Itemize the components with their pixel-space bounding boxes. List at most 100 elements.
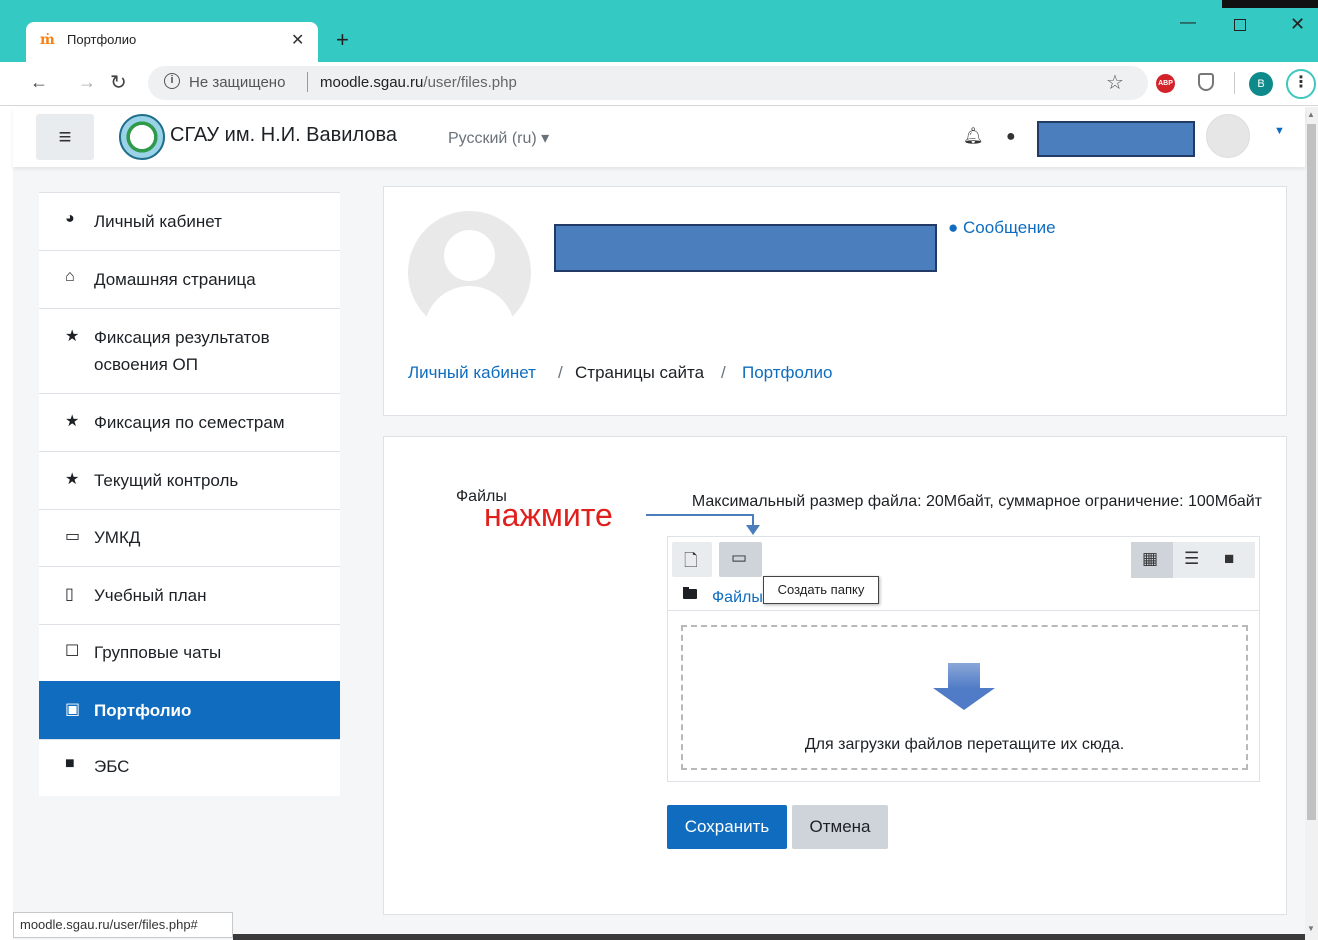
hamburger-menu-button[interactable]: ≡ [36, 114, 94, 160]
language-label: Русский (ru) [448, 130, 537, 147]
book-icon: ■ [65, 755, 75, 772]
sidebar-item-portfolio[interactable]: ▣ Портфолио [39, 681, 340, 739]
breadcrumb-portfolio[interactable]: Портфолио [742, 363, 832, 383]
grid-icon: ▦ [1142, 549, 1159, 568]
sidebar-item-label: Личный кабинет [94, 212, 222, 231]
sidebar-item-label: Фиксация результатов освоения ОП [94, 328, 270, 374]
chat-bubble-icon: ● [948, 218, 959, 237]
star-icon: ★ [65, 471, 80, 488]
notification-bell-icon[interactable]: 🔔︎ [963, 126, 983, 146]
star-icon: ★ [65, 413, 80, 430]
redacted-fullname [554, 224, 937, 272]
url-host: moodle.sgau.ru [320, 74, 424, 91]
messages-icon[interactable]: ● [1006, 128, 1016, 146]
extension-shield-icon[interactable] [1198, 73, 1214, 91]
corner-decoration [1222, 0, 1318, 8]
sidebar-item-dashboard[interactable]: ◕ Личный кабинет [39, 193, 340, 250]
window-close-icon[interactable]: ✕ [1290, 14, 1305, 35]
window-edge [0, 107, 13, 940]
sidebar-item-umkd[interactable]: ▭ УМКД [39, 509, 340, 566]
dashboard-icon: ◕ [65, 210, 75, 227]
sidebar-item-semesters[interactable]: ★ Фиксация по семестрам [39, 393, 340, 451]
sidebar-item-label: ЭБС [94, 757, 130, 776]
scroll-up-icon[interactable]: ▲ [1307, 110, 1315, 119]
sidebar-item-ebs[interactable]: ■ ЭБС [39, 739, 340, 796]
breadcrumb-separator: / [558, 363, 563, 382]
url-text[interactable]: moodle.sgau.ru/user/files.php [320, 74, 517, 91]
sidebar-item-label: Учебный план [94, 586, 207, 605]
breadcrumb-separator: / [721, 363, 726, 382]
close-tab-icon[interactable]: ✕ [291, 30, 304, 50]
cancel-button[interactable]: Отмена [792, 805, 888, 849]
security-label[interactable]: Не защищено [189, 74, 285, 91]
chevron-down-icon: ▾ [541, 130, 550, 147]
download-arrow-icon [933, 688, 995, 710]
new-tab-icon[interactable]: + [336, 27, 349, 53]
toolbar-divider [1234, 72, 1235, 94]
site-name[interactable]: СГАУ им. Н.И. Вавилова [170, 124, 397, 147]
moodle-icon: ṁ [40, 32, 55, 48]
sidebar-item-results[interactable]: ★ Фиксация результатов освоения ОП [39, 308, 340, 393]
sidebar-item-label: Фиксация по семестрам [94, 413, 285, 432]
sidebar-item-label: Текущий контроль [94, 471, 239, 490]
view-list-button[interactable]: ☰ [1173, 542, 1213, 578]
url-input[interactable] [148, 66, 1148, 100]
sidebar-item-label: Домашняя страница [94, 270, 256, 289]
sidebar-item-study-plan[interactable]: ▯ Учебный план [39, 566, 340, 624]
breadcrumb-site-pages: Страницы сайта [575, 363, 705, 382]
message-link[interactable]: ● Сообщение [948, 218, 1056, 238]
view-tree-button[interactable]: ■ [1213, 542, 1255, 578]
adblock-icon[interactable]: ABP [1156, 74, 1175, 93]
sidebar-item-home[interactable]: ⌂ Домашняя страница [39, 250, 340, 308]
url-divider [307, 72, 308, 92]
view-icons-button[interactable]: ▦ [1131, 542, 1173, 578]
forward-icon[interactable]: → [78, 72, 96, 93]
list-icon: ☰ [1184, 549, 1200, 568]
sidebar-item-label: Групповые чаты [94, 643, 222, 662]
folder-outline-icon: ▭ [731, 548, 748, 567]
profile-silhouette-head [444, 230, 495, 281]
tab-title: Портфолио [67, 32, 137, 47]
back-icon[interactable]: ← [30, 72, 48, 93]
scroll-down-icon[interactable]: ▼ [1307, 924, 1315, 933]
user-avatar[interactable] [1206, 114, 1250, 158]
folder-icon [683, 589, 697, 599]
sidebar-item-label: Портфолио [94, 701, 192, 720]
bottom-edge [233, 934, 1305, 940]
comment-icon: ☐ [65, 643, 80, 660]
status-bar: moodle.sgau.ru/user/files.php# [13, 912, 233, 938]
sidebar-item-current-control[interactable]: ★ Текущий контроль [39, 451, 340, 509]
tooltip: Создать папку [763, 576, 879, 604]
profile-avatar[interactable]: B [1249, 72, 1273, 96]
add-file-button[interactable]: 🗋︎ [672, 542, 712, 577]
annotation-text: нажмите [484, 497, 613, 533]
folder-icon: ■ [1224, 549, 1235, 568]
save-button[interactable]: Сохранить [667, 805, 787, 849]
minimize-icon[interactable]: — [1180, 14, 1196, 32]
file-path-link[interactable]: Файлы [712, 589, 763, 607]
clipboard-icon: ▯ [65, 586, 74, 603]
language-select[interactable]: Русский (ru) ▾ [448, 128, 549, 148]
site-logo[interactable] [119, 114, 165, 160]
bookmark-star-icon[interactable]: ☆ [1106, 70, 1124, 95]
annotation-arrow-line [646, 514, 754, 516]
info-icon[interactable]: i [164, 73, 180, 89]
message-label: Сообщение [963, 218, 1056, 237]
redacted-username [1037, 121, 1195, 157]
home-icon: ⌂ [65, 268, 75, 285]
sidebar-item-group-chats[interactable]: ☐ Групповые чаты [39, 624, 340, 681]
breadcrumb-dashboard[interactable]: Личный кабинет [408, 363, 536, 383]
dropzone-text: Для загрузки файлов перетащите их сюда. [804, 736, 1125, 753]
file-icon: 🗋︎ [684, 551, 698, 570]
url-path: /user/files.php [423, 74, 517, 91]
maximize-icon[interactable] [1234, 19, 1246, 31]
scrollbar-thumb[interactable] [1307, 124, 1316, 820]
sidebar-item-label: УМКД [94, 528, 141, 547]
browser-menu-icon[interactable]: ⋮ [1286, 69, 1316, 99]
create-folder-button[interactable]: ▭ [719, 542, 762, 577]
laptop-icon: ▭ [65, 528, 81, 545]
annotation-arrow-head [746, 525, 760, 535]
user-menu-caret-icon[interactable]: ▼ [1274, 125, 1285, 137]
reload-icon[interactable]: ↻ [110, 70, 127, 95]
file-manager-divider [668, 610, 1259, 611]
